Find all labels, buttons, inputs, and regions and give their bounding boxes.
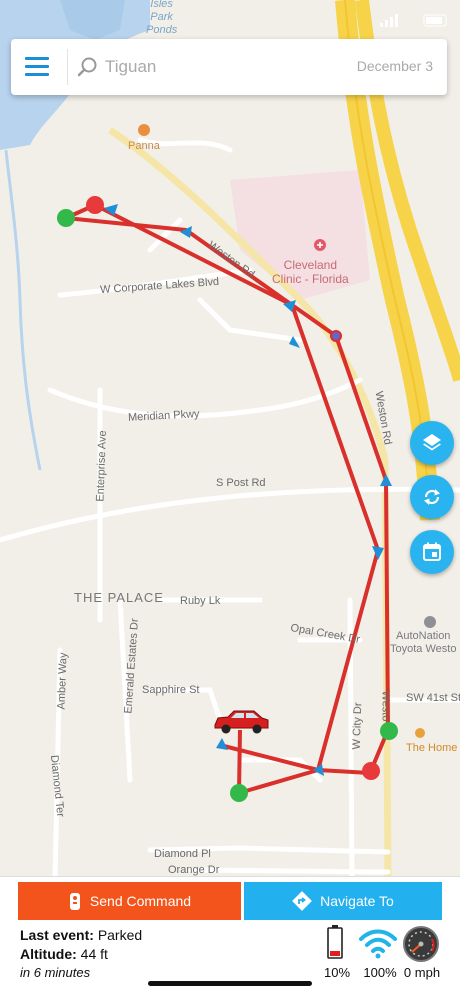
map-view[interactable]: Isles Park Ponds Panna Cleveland Clinic …	[0, 0, 460, 880]
altitude-row: Altitude: 44 ft	[20, 946, 108, 962]
send-command-label: Send Command	[89, 893, 192, 909]
signal-value: 100%	[363, 965, 397, 980]
calendar-icon	[423, 542, 441, 561]
altitude-value: 44 ft	[80, 946, 108, 962]
map-label-w-city-dr: W City Dr	[350, 702, 365, 750]
date-label[interactable]: December 3	[357, 58, 433, 74]
battery-icon	[327, 925, 343, 959]
home-indicator[interactable]	[148, 981, 312, 986]
map-label-weston-lower: Westo	[379, 690, 392, 722]
search-icon	[77, 57, 97, 77]
map-label-autonation: AutoNation Toyota Westo	[390, 630, 457, 655]
vehicle-panel: Send Command Navigate To Last event: Par…	[0, 876, 460, 997]
map-label-ruby-lk: Ruby Lk	[180, 595, 221, 607]
layers-button[interactable]	[410, 421, 454, 465]
map-label-the-palace: THE PALACE	[74, 590, 164, 605]
last-event-row: Last event: Parked	[20, 927, 142, 943]
menu-icon[interactable]	[25, 57, 49, 77]
map-label-panna: Panna	[128, 140, 160, 152]
remote-icon	[69, 893, 80, 910]
map-label-sapphire-st: Sapphire St	[142, 684, 200, 696]
map-label-sw-41st-st: SW 41st St	[406, 692, 460, 704]
speed-value: 0 mph	[403, 965, 441, 980]
search-divider	[67, 49, 68, 85]
search-input[interactable]	[105, 53, 305, 81]
navigate-to-label: Navigate To	[320, 893, 394, 909]
navigate-icon	[292, 891, 313, 911]
map-label-the-home: The Home	[406, 742, 458, 754]
search-bar: December 3	[11, 39, 447, 95]
refresh-button[interactable]	[410, 475, 454, 519]
map-label-orange-dr: Orange Dr	[168, 864, 220, 876]
last-event-label: Last event:	[20, 927, 94, 943]
map-label-enterprise-ave: Enterprise Ave	[94, 430, 109, 502]
navigate-to-button[interactable]: Navigate To	[244, 882, 442, 920]
speedometer-icon	[403, 926, 439, 962]
map-label-s-post-rd: S Post Rd	[216, 477, 266, 489]
send-command-button[interactable]: Send Command	[18, 882, 241, 920]
map-label-amber-way: Amber Way	[55, 652, 70, 710]
refresh-icon	[424, 489, 440, 505]
layers-icon	[423, 434, 441, 451]
map-label-diamond-pl: Diamond Pl	[154, 848, 211, 860]
last-event-value: Parked	[97, 927, 143, 943]
wifi-icon	[359, 929, 397, 959]
status-icons	[380, 14, 447, 27]
car-icon[interactable]	[212, 709, 270, 735]
altitude-label: Altitude:	[20, 946, 77, 962]
battery-value: 10%	[323, 965, 351, 980]
calendar-button[interactable]	[410, 530, 454, 574]
last-update-time: in 6 minutes	[20, 965, 91, 980]
map-label-cleveland-clinic: Cleveland Clinic - Florida	[272, 258, 349, 286]
status-bar	[0, 0, 460, 40]
